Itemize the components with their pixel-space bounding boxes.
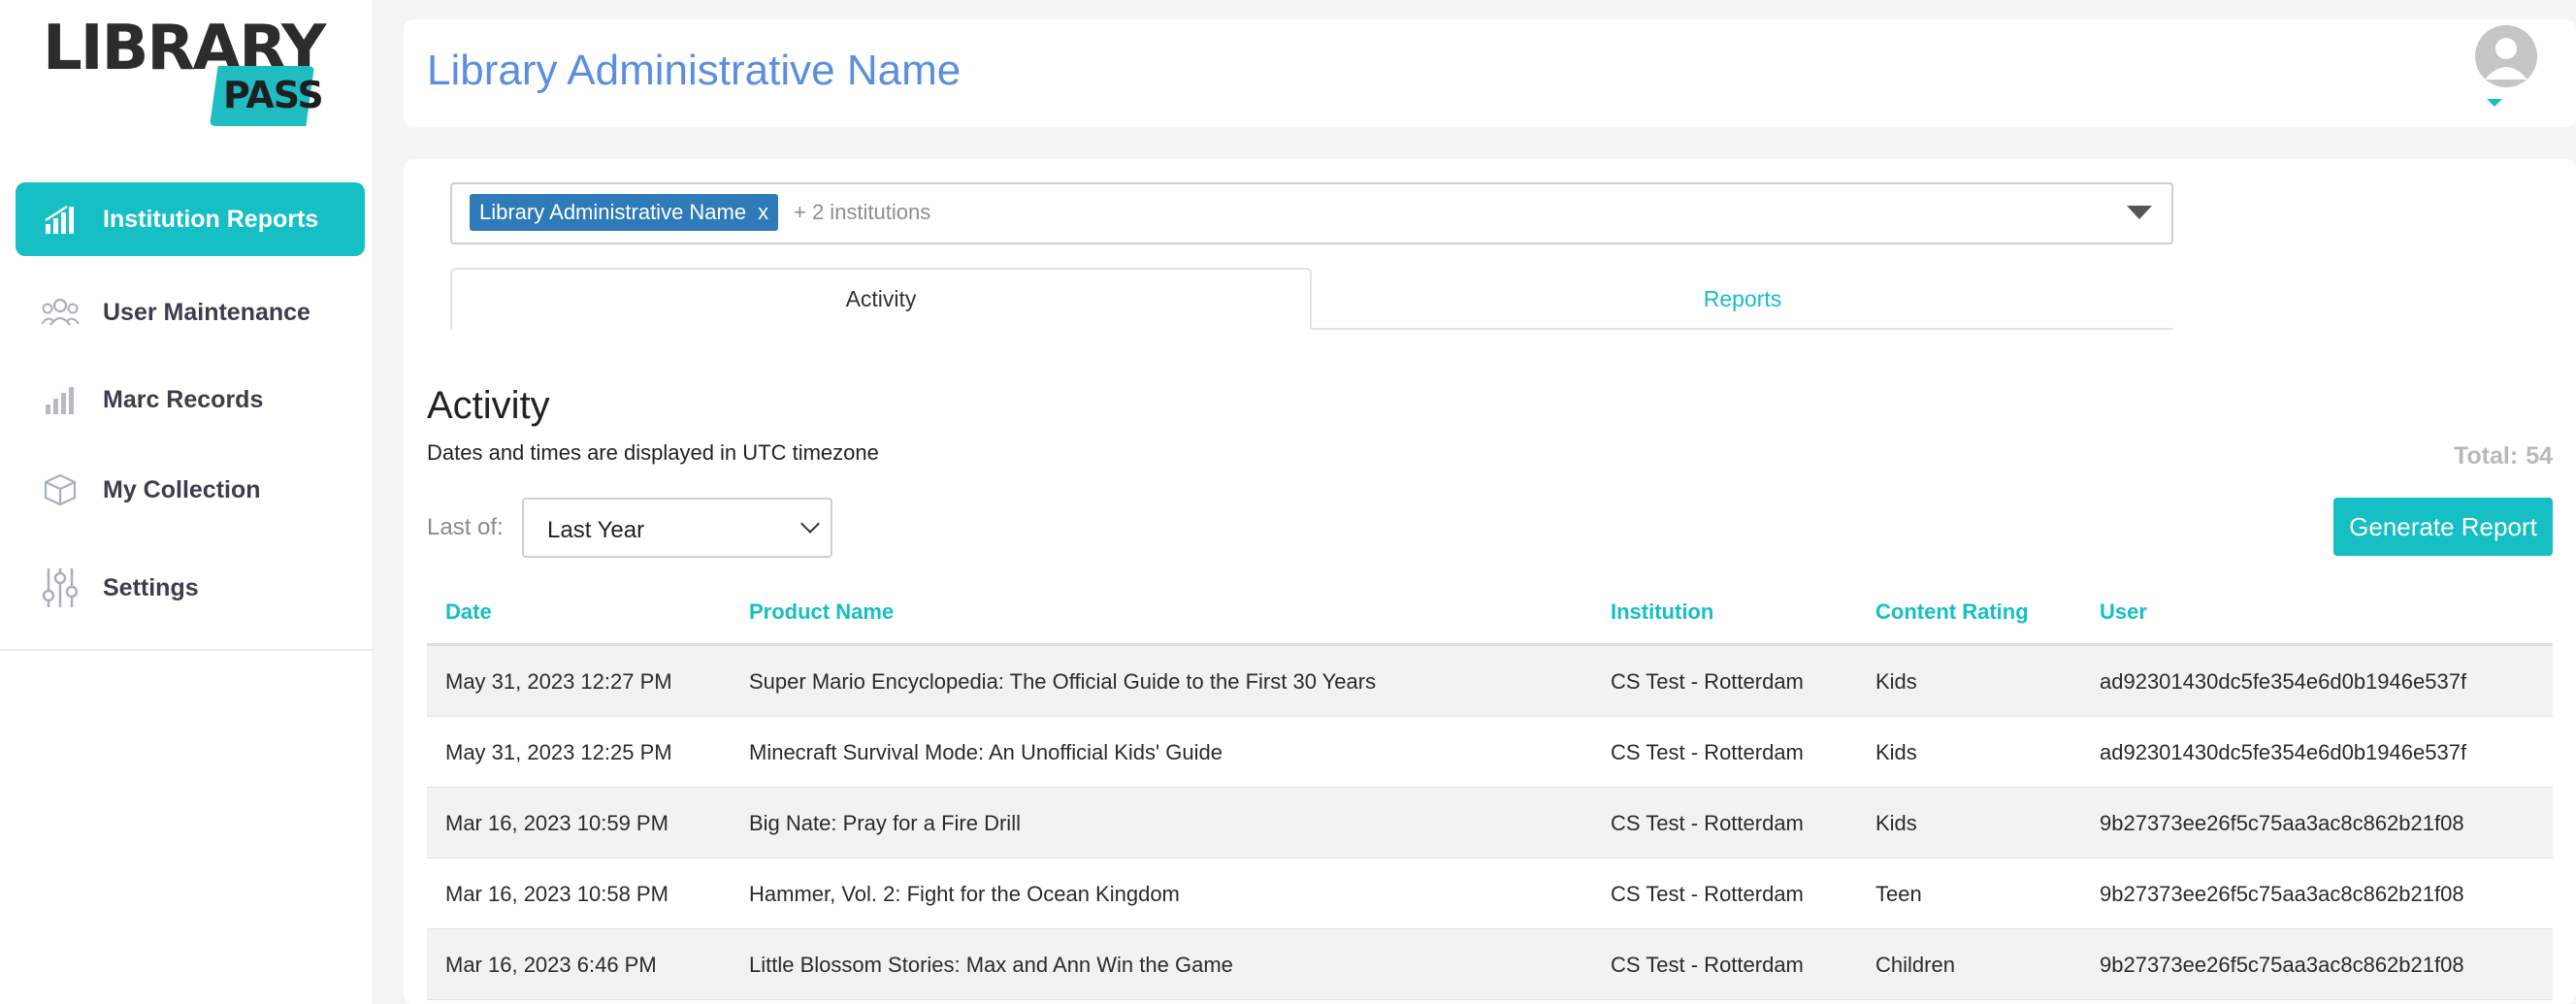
table-row: Mar 16, 2023 10:58 PM Hammer, Vol. 2: Fi… (427, 858, 2553, 929)
more-institutions-text: + 2 institutions (794, 200, 931, 224)
range-select-value: Last Year (547, 517, 645, 543)
cell-product-name: Big Nate: Pray for a Fire Drill (749, 811, 1021, 835)
column-header-institution[interactable]: Institution (1611, 599, 1713, 625)
cell-institution: CS Test - Rotterdam (1611, 811, 1804, 835)
cell-institution: CS Test - Rotterdam (1611, 882, 1804, 906)
cell-user: ad92301430dc5fe354e6d0b1946e537f (2100, 669, 2467, 694)
sidebar-item-label: My Collection (103, 475, 261, 503)
generate-report-button[interactable]: Generate Report (2333, 498, 2553, 556)
tab-activity[interactable]: Activity (450, 268, 1312, 330)
cell-institution: CS Test - Rotterdam (1611, 953, 1804, 977)
table-row: Mar 16, 2023 10:59 PM Big Nate: Pray for… (427, 788, 2553, 858)
institution-tag-label: Library Administrative Name (479, 200, 747, 224)
sidebar: LIBRARY PASS Institution Reports User Ma… (0, 0, 374, 1004)
cell-content-rating: Kids (1875, 811, 1917, 835)
top-header: Library Administrative Name (404, 19, 2576, 127)
column-header-date[interactable]: Date (445, 599, 492, 625)
cell-user: 9b27373ee26f5c75aa3ac8c862b21f08 (2100, 882, 2464, 906)
timezone-note: Dates and times are displayed in UTC tim… (427, 440, 879, 465)
cell-date: May 31, 2023 12:25 PM (445, 740, 672, 764)
bar-chart-icon (37, 196, 83, 243)
chevron-down-icon (800, 514, 820, 534)
sidebar-item-label: Settings (103, 573, 199, 601)
logo-sub: PASS (223, 74, 324, 116)
cell-content-rating: Children (1875, 953, 1955, 977)
cell-date: Mar 16, 2023 10:58 PM (445, 882, 668, 906)
box-icon (37, 467, 83, 513)
sidebar-item-label: User Maintenance (103, 298, 310, 326)
cell-date: Mar 16, 2023 10:59 PM (445, 811, 668, 835)
institution-select[interactable]: Library Administrative Name x + 2 instit… (450, 182, 2173, 244)
bar-chart-icon (37, 376, 83, 423)
sidebar-item-user-maintenance[interactable]: User Maintenance (16, 275, 365, 349)
table-row: May 31, 2023 12:25 PM Minecraft Survival… (427, 717, 2553, 788)
range-filter-label: Last of: (427, 514, 504, 540)
cell-product-name: Super Mario Encyclopedia: The Official G… (749, 669, 1377, 694)
cell-user: ad92301430dc5fe354e6d0b1946e537f (2100, 740, 2467, 764)
cell-content-rating: Kids (1875, 669, 1917, 694)
cell-institution: CS Test - Rotterdam (1611, 740, 1804, 764)
institution-tag: Library Administrative Name x (470, 194, 779, 231)
main-panel: Library Administrative Name x + 2 instit… (404, 159, 2576, 1004)
sidebar-item-marc-records[interactable]: Marc Records (16, 363, 365, 437)
table-header: Date Product Name Institution Content Ra… (427, 578, 2553, 646)
cell-user: 9b27373ee26f5c75aa3ac8c862b21f08 (2100, 953, 2464, 977)
cell-content-rating: Teen (1875, 882, 1922, 906)
chevron-down-icon[interactable] (2487, 99, 2502, 107)
sliders-icon (37, 565, 83, 611)
cell-product-name: Hammer, Vol. 2: Fight for the Ocean King… (749, 882, 1180, 906)
tab-bar: Activity Reports (450, 268, 2173, 330)
table-row: May 31, 2023 12:27 PM Super Mario Encycl… (427, 646, 2553, 717)
total-value: 54 (2526, 442, 2553, 470)
range-select[interactable]: Last Year (522, 498, 832, 558)
total-count: Total: 54 (2454, 442, 2553, 470)
cell-institution: CS Test - Rotterdam (1611, 669, 1804, 694)
cell-user: 9b27373ee26f5c75aa3ac8c862b21f08 (2100, 811, 2464, 835)
column-header-content-rating[interactable]: Content Rating (1875, 599, 2029, 625)
sidebar-item-label: Institution Reports (103, 205, 319, 233)
cell-product-name: Little Blossom Stories: Max and Ann Win … (749, 953, 1233, 977)
column-header-user[interactable]: User (2100, 599, 2147, 625)
sidebar-item-my-collection[interactable]: My Collection (16, 453, 365, 527)
tab-reports[interactable]: Reports (1312, 268, 2173, 330)
activity-table: Date Product Name Institution Content Ra… (427, 578, 2553, 1000)
page-title: Library Administrative Name (427, 47, 962, 94)
cell-date: May 31, 2023 12:27 PM (445, 669, 672, 694)
close-icon[interactable]: x (758, 200, 768, 225)
sidebar-item-label: Marc Records (103, 385, 264, 413)
sidebar-item-settings[interactable]: Settings (16, 551, 365, 625)
sidebar-divider (0, 649, 374, 651)
library-pass-logo[interactable]: LIBRARY PASS (43, 14, 326, 126)
sidebar-item-institution-reports[interactable]: Institution Reports (16, 182, 365, 256)
table-row: Mar 16, 2023 6:46 PM Little Blossom Stor… (427, 929, 2553, 1000)
section-heading: Activity (427, 384, 550, 427)
cell-content-rating: Kids (1875, 740, 1917, 764)
cell-date: Mar 16, 2023 6:46 PM (445, 953, 657, 977)
chevron-down-icon[interactable] (2127, 206, 2152, 219)
users-icon (37, 289, 83, 336)
column-header-product-name[interactable]: Product Name (749, 599, 894, 625)
cell-product-name: Minecraft Survival Mode: An Unofficial K… (749, 740, 1223, 764)
total-label: Total: (2454, 442, 2519, 470)
user-avatar-icon[interactable] (2475, 25, 2537, 87)
